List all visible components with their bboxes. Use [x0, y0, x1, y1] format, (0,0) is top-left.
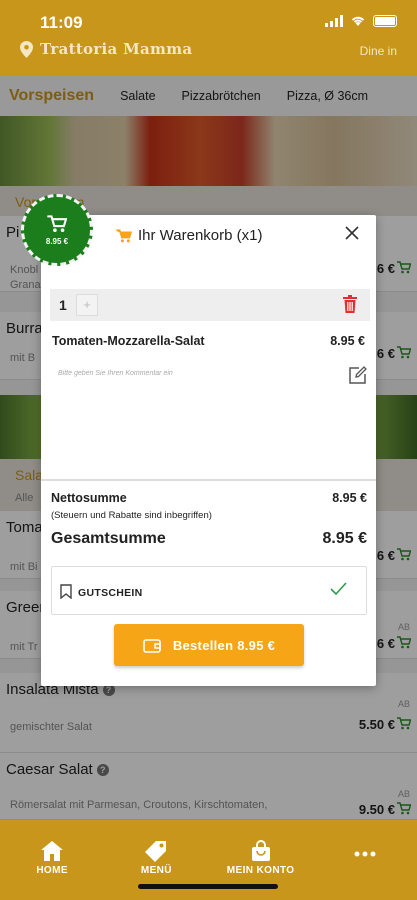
- cart-title-row: Ihr Warenkorb (x1): [116, 227, 262, 244]
- app-header: 11:09 Trattoria Mamma Dine in: [0, 0, 417, 76]
- quantity-value: 1: [59, 297, 67, 313]
- battery-icon: [373, 15, 397, 27]
- signal-icon: [325, 15, 343, 27]
- dine-in-mode[interactable]: Dine in: [360, 44, 397, 58]
- quantity-bar: 1 +: [50, 289, 370, 321]
- comment-input[interactable]: Bitte geben Sie Ihren Kommentar ein: [58, 370, 173, 377]
- location-pin-icon: [20, 40, 33, 58]
- net-total-value: 8.95 €: [332, 491, 367, 505]
- order-button[interactable]: Bestellen 8.95 €: [114, 624, 304, 666]
- home-icon: [41, 841, 64, 861]
- grand-total-value: 8.95 €: [322, 530, 367, 547]
- cart-bubble-total: 8.95 €: [45, 236, 69, 246]
- status-time: 11:09: [40, 13, 83, 32]
- home-indicator: [138, 884, 278, 889]
- restaurant-selector[interactable]: Trattoria Mamma: [20, 40, 192, 58]
- bookmark-icon: [60, 584, 72, 599]
- nav-label: HOME: [36, 865, 68, 876]
- net-total-note: (Steuern und Rabatte sind inbegriffen): [51, 510, 212, 521]
- bag-icon: [251, 840, 270, 861]
- cart-modal: Ihr Warenkorb (x1) 1 + Tomaten-Mozzarell…: [41, 215, 376, 686]
- cart-icon: [116, 228, 132, 242]
- edit-icon[interactable]: [348, 365, 368, 385]
- net-total-label: Nettosumme: [51, 491, 127, 505]
- voucher-label: GUTSCHEIN: [78, 587, 143, 599]
- status-icons: [325, 15, 397, 27]
- nav-label: MENÜ: [140, 865, 172, 876]
- nav-home[interactable]: HOME: [0, 820, 104, 900]
- cart-icon: [47, 214, 67, 232]
- tag-icon: [145, 841, 167, 862]
- wallet-icon: [143, 638, 161, 653]
- line-item-name: Tomaten-Mozzarella-Salat: [52, 334, 205, 348]
- voucher-field[interactable]: GUTSCHEIN: [51, 566, 367, 615]
- quantity-plus-button[interactable]: +: [76, 294, 98, 316]
- line-item-price: 8.95 €: [330, 334, 365, 348]
- nav-more[interactable]: [313, 820, 417, 900]
- more-icon: [354, 851, 376, 857]
- cart-title: Ihr Warenkorb (x1): [138, 227, 263, 244]
- nav-label: MEIN KONTO: [226, 865, 295, 876]
- close-icon[interactable]: [342, 223, 362, 243]
- wifi-icon: [351, 16, 365, 26]
- divider: [41, 479, 376, 481]
- cart-bubble[interactable]: 8.95 €: [21, 194, 93, 266]
- order-button-label: Bestellen 8.95 €: [172, 637, 276, 653]
- trash-icon[interactable]: [343, 295, 357, 313]
- restaurant-name: Trattoria Mamma: [40, 40, 193, 58]
- check-icon[interactable]: [328, 579, 348, 599]
- grand-total-label: Gesamtsumme: [51, 530, 166, 547]
